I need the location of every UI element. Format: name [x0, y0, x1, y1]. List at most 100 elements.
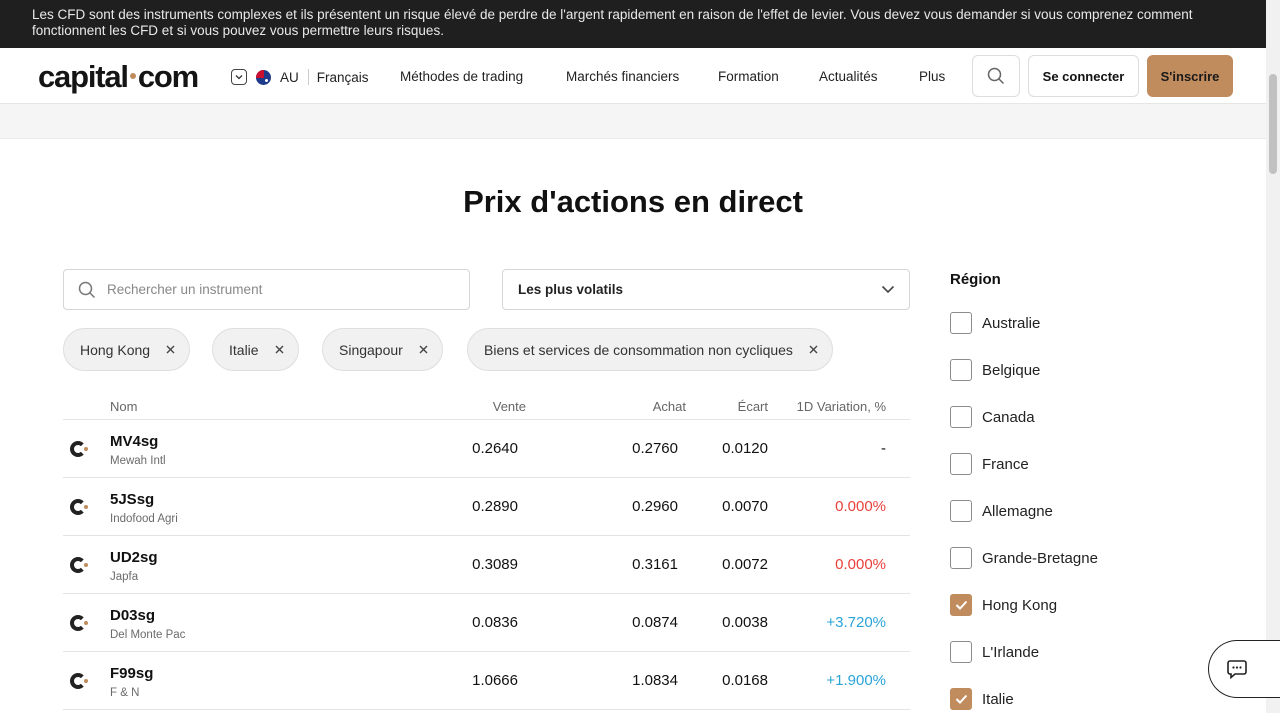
region-option-label: Grande-Bretagne — [982, 549, 1098, 567]
nav-more[interactable]: Plus — [919, 69, 945, 84]
region-option-label: Belgique — [982, 361, 1041, 379]
capital-logo-icon — [70, 441, 88, 457]
spread-value: 0.0038 — [722, 614, 768, 631]
instrument-symbol: MV4sg — [110, 433, 159, 450]
instrument-symbol: F99sg — [110, 665, 154, 682]
chip-label: Biens et services de consommation non cy… — [484, 341, 793, 358]
checkbox[interactable] — [950, 312, 972, 334]
col-header-change[interactable]: 1D Variation, % — [797, 399, 886, 414]
region-option-canada[interactable]: Canada — [950, 405, 1035, 429]
scrollbar-thumb[interactable] — [1269, 74, 1277, 174]
table-row[interactable]: D03sg Del Monte Pac 0.0836 0.0874 0.0038… — [63, 594, 910, 652]
search-input[interactable] — [107, 282, 447, 297]
region-option-france[interactable]: France — [950, 452, 1029, 476]
region-option-irlande[interactable]: L'Irlande — [950, 640, 1039, 664]
chevron-down-icon — [231, 69, 247, 85]
checkbox[interactable] — [950, 453, 972, 475]
nav-news[interactable]: Actualités — [819, 69, 878, 84]
checkbox[interactable] — [950, 359, 972, 381]
sort-selected-label: Les plus volatils — [518, 282, 624, 297]
spread-value: 0.0072 — [722, 556, 768, 573]
signup-button[interactable]: S'inscrire — [1147, 55, 1233, 97]
checkbox-checked[interactable] — [950, 594, 972, 616]
capital-com-logo[interactable]: capital com — [38, 59, 199, 95]
region-language-selector[interactable]: AU Français — [231, 68, 369, 86]
region-option-label: Allemagne — [982, 502, 1053, 520]
search-icon — [987, 67, 1005, 85]
instrument-company: Japfa — [110, 571, 139, 583]
divider — [307, 69, 309, 85]
close-icon[interactable] — [419, 345, 428, 354]
table-row[interactable]: MV4sg Mewah Intl 0.2640 0.2760 0.0120 - — [63, 420, 910, 478]
region-option-italie[interactable]: Italie — [950, 687, 1014, 711]
checkbox[interactable] — [950, 406, 972, 428]
login-label: Se connecter — [1042, 68, 1125, 84]
chevron-down-icon — [881, 285, 895, 294]
change-value: 0.000% — [835, 498, 886, 515]
change-value: 0.000% — [835, 556, 886, 573]
nav-education[interactable]: Formation — [718, 69, 779, 84]
col-header-spread[interactable]: Écart — [738, 399, 768, 414]
filter-chip-singapour: Singapour — [322, 328, 443, 371]
chat-support-button[interactable] — [1208, 640, 1280, 698]
chip-label: Hong Kong — [80, 341, 151, 358]
col-header-name[interactable]: Nom — [110, 399, 137, 414]
checkbox[interactable] — [950, 500, 972, 522]
header-search-button[interactable] — [972, 55, 1020, 97]
region-option-belgique[interactable]: Belgique — [950, 358, 1040, 382]
sort-dropdown[interactable]: Les plus volatils — [502, 269, 910, 310]
filter-chip-consumer-non-cyclicals: Biens et services de consommation non cy… — [467, 328, 833, 371]
language-label: Français — [316, 69, 369, 85]
change-value: +1.900% — [826, 672, 886, 689]
checkbox-checked[interactable] — [950, 688, 972, 710]
col-header-sell[interactable]: Vente — [493, 399, 526, 414]
sell-price: 0.0836 — [472, 614, 518, 631]
chat-bubble-icon — [1227, 660, 1247, 680]
close-icon[interactable] — [275, 345, 284, 354]
spread-value: 0.0120 — [722, 440, 768, 457]
checkbox[interactable] — [950, 547, 972, 569]
buy-price: 1.0834 — [632, 672, 678, 689]
table-row[interactable]: UD2sg Japfa 0.3089 0.3161 0.0072 0.000% — [63, 536, 910, 594]
col-header-buy[interactable]: Achat — [653, 399, 686, 414]
sell-price: 1.0666 — [472, 672, 518, 689]
region-filter-title: Région — [950, 271, 1001, 288]
region-option-grande-bretagne[interactable]: Grande-Bretagne — [950, 546, 1098, 570]
subheader-band — [0, 104, 1266, 139]
region-option-label: France — [982, 455, 1029, 473]
buy-price: 0.3161 — [632, 556, 678, 573]
instrument-search[interactable] — [63, 269, 470, 310]
instrument-symbol: UD2sg — [110, 549, 158, 566]
instrument-company: Indofood Agri — [110, 513, 178, 525]
filter-chip-italie: Italie — [212, 328, 299, 371]
region-option-label: Canada — [982, 408, 1035, 426]
page-scrollbar[interactable] — [1266, 0, 1280, 713]
instrument-symbol: D03sg — [110, 607, 156, 624]
region-option-label: Australie — [982, 314, 1041, 332]
change-value: - — [881, 440, 886, 457]
check-icon — [955, 694, 967, 704]
table-row[interactable]: 5JSsg Indofood Agri 0.2890 0.2960 0.0070… — [63, 478, 910, 536]
close-icon[interactable] — [166, 345, 175, 354]
table-row[interactable]: F99sg F & N 1.0666 1.0834 0.0168 +1.900% — [63, 652, 910, 710]
chip-label: Singapour — [339, 341, 403, 358]
nav-financial-markets[interactable]: Marchés financiers — [566, 69, 679, 84]
chip-label: Italie — [229, 341, 259, 358]
logo-text-left: capital — [38, 59, 129, 94]
region-option-hong-kong[interactable]: Hong Kong — [950, 593, 1057, 617]
region-code: AU — [280, 69, 299, 85]
risk-warning-banner: Les CFD sont des instruments complexes e… — [0, 0, 1266, 48]
buy-price: 0.2960 — [632, 498, 678, 515]
sell-price: 0.2640 — [472, 440, 518, 457]
buy-price: 0.0874 — [632, 614, 678, 631]
logo-text-right: com — [137, 59, 199, 94]
login-button[interactable]: Se connecter — [1028, 55, 1139, 97]
change-value: +3.720% — [826, 614, 886, 631]
checkbox[interactable] — [950, 641, 972, 663]
region-option-australie[interactable]: Australie — [950, 311, 1040, 335]
nav-trading-methods[interactable]: Méthodes de trading — [400, 69, 523, 84]
close-icon[interactable] — [809, 345, 818, 354]
region-option-label: Hong Kong — [982, 596, 1058, 614]
region-option-allemagne[interactable]: Allemagne — [950, 499, 1053, 523]
logo-dot-icon — [129, 72, 136, 79]
